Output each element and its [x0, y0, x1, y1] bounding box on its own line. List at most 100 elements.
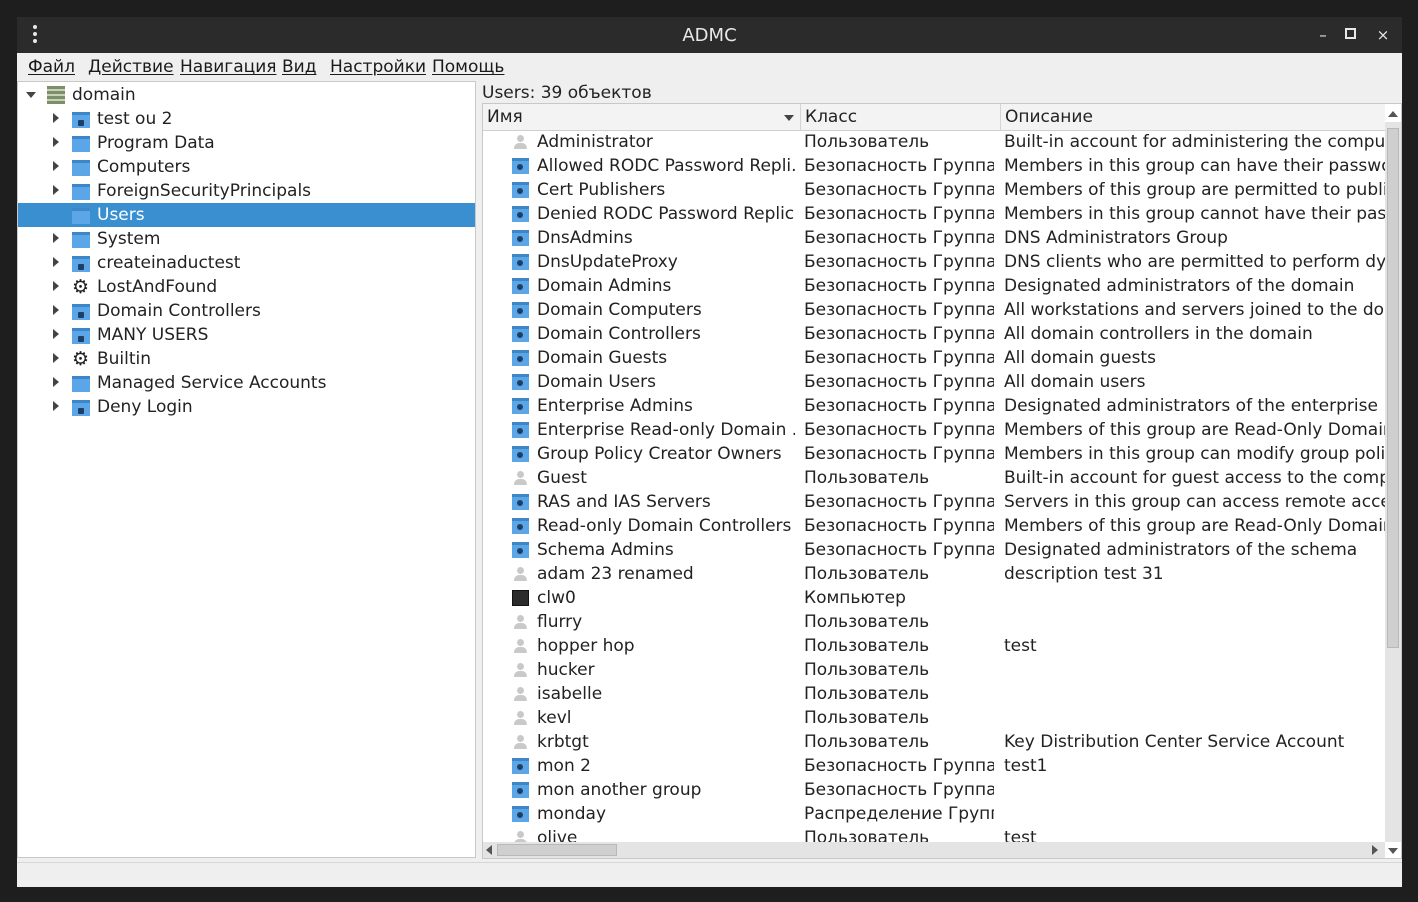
table-row[interactable]: RAS and IAS Servers Безопасность Группа .…: [483, 490, 1385, 514]
menu-action[interactable]: Действие: [88, 57, 174, 77]
table-row[interactable]: adam 23 renamed Пользователь description t…: [483, 562, 1385, 586]
tree-item[interactable]: Program Data: [18, 131, 475, 155]
status-bar: [17, 862, 1402, 887]
table-row[interactable]: Domain Users Безопасность Группа ... All d…: [483, 370, 1385, 394]
table-row[interactable]: Domain Admins Безопасность Группа ... Desi…: [483, 274, 1385, 298]
table-row[interactable]: Domain Guests Безопасность Группа ... All …: [483, 346, 1385, 370]
cell-description: Members in this group can have their pas…: [1004, 156, 1385, 176]
expand-right-icon[interactable]: [53, 185, 59, 195]
tree-item[interactable]: ForeignSecurityPrincipals: [18, 179, 475, 203]
tree-item[interactable]: Computers: [18, 155, 475, 179]
scroll-down-icon[interactable]: [1388, 848, 1398, 854]
user-icon: [512, 566, 529, 582]
expand-right-icon[interactable]: [53, 137, 59, 147]
table-row[interactable]: olive Пользователь test: [483, 826, 1385, 842]
table-row[interactable]: Enterprise Admins Безопасность Группа ...…: [483, 394, 1385, 418]
menu-help[interactable]: Помощь: [432, 57, 504, 77]
table-row[interactable]: Domain Computers Безопасность Группа ... A…: [483, 298, 1385, 322]
vertical-scroll-thumb[interactable]: [1387, 128, 1399, 648]
column-header-class[interactable]: Класс: [801, 104, 1001, 130]
tree-item[interactable]: MANY USERS: [18, 323, 475, 347]
tree-item[interactable]: ⚙ Builtin: [18, 347, 475, 371]
group-icon: [512, 374, 529, 390]
tree-item[interactable]: Deny Login: [18, 395, 475, 419]
expand-right-icon[interactable]: [53, 113, 59, 123]
tree-item[interactable]: test ou 2: [18, 107, 475, 131]
minimize-button[interactable]: –: [1312, 24, 1334, 46]
tree-item[interactable]: Users: [18, 203, 475, 227]
expand-right-icon[interactable]: [53, 329, 59, 339]
close-button[interactable]: ×: [1372, 24, 1394, 46]
user-icon: [512, 662, 529, 678]
expand-right-icon[interactable]: [53, 257, 59, 267]
folder-icon: [72, 206, 90, 224]
group-icon: [512, 542, 529, 558]
table-row[interactable]: Cert Publishers Безопасность Группа ... Me…: [483, 178, 1385, 202]
maximize-button[interactable]: [1339, 24, 1361, 46]
expand-right-icon[interactable]: [53, 161, 59, 171]
group-icon: [512, 518, 529, 534]
cell-name: isabelle: [537, 684, 603, 704]
table-row[interactable]: DnsAdmins Безопасность Группа ... DNS Admi…: [483, 226, 1385, 250]
table-row[interactable]: kevl Пользователь: [483, 706, 1385, 730]
expand-right-icon[interactable]: [53, 377, 59, 387]
table-row[interactable]: Denied RODC Password Replic... Безопаснос…: [483, 202, 1385, 226]
table-row[interactable]: DnsUpdateProxy Безопасность Группа ... DNS…: [483, 250, 1385, 274]
expand-right-icon[interactable]: [53, 305, 59, 315]
cell-class: Безопасность Группа ...: [804, 204, 994, 224]
table-row[interactable]: krbtgt Пользователь Key Distribution Cente…: [483, 730, 1385, 754]
tree-item[interactable]: Managed Service Accounts: [18, 371, 475, 395]
menu-navigation[interactable]: Навигация: [180, 57, 276, 77]
table-row[interactable]: Administrator Пользователь Built-in accoun…: [483, 130, 1385, 154]
horizontal-scroll-thumb[interactable]: [497, 844, 617, 856]
expand-right-icon[interactable]: [53, 353, 59, 363]
group-icon: [512, 758, 529, 774]
table-row[interactable]: Guest Пользователь Built-in account for gu…: [483, 466, 1385, 490]
table-row[interactable]: Schema Admins Безопасность Группа ... Desi…: [483, 538, 1385, 562]
user-icon: [512, 614, 529, 630]
table-row[interactable]: hucker Пользователь: [483, 658, 1385, 682]
scroll-up-icon[interactable]: [1388, 111, 1398, 117]
tree-item[interactable]: createinaductest: [18, 251, 475, 275]
table-row[interactable]: monday Распределение Групп...: [483, 802, 1385, 826]
table-row[interactable]: hopper hop Пользователь test: [483, 634, 1385, 658]
objects-table[interactable]: Имя Класс Описание Administrator Пользова…: [482, 103, 1402, 859]
navigation-tree[interactable]: domain test ou 2 Program Data Computers Fore…: [17, 81, 476, 858]
menu-view[interactable]: Вид: [282, 57, 316, 77]
menu-file[interactable]: Файл: [28, 57, 75, 77]
cell-class: Безопасность Группа ...: [804, 540, 994, 560]
expand-right-icon[interactable]: [53, 281, 59, 291]
horizontal-scrollbar[interactable]: [483, 842, 1385, 858]
cell-name: flurry: [537, 612, 583, 632]
expand-right-icon[interactable]: [53, 233, 59, 243]
table-row[interactable]: Allowed RODC Password Repli... Безопаснос…: [483, 154, 1385, 178]
tree-item[interactable]: Domain Controllers: [18, 299, 475, 323]
user-icon: [512, 830, 529, 842]
tree-item[interactable]: ⚙ LostAndFound: [18, 275, 475, 299]
column-header-description[interactable]: Описание: [1001, 104, 1385, 130]
table-row[interactable]: Domain Controllers Безопасность Группа ..…: [483, 322, 1385, 346]
group-icon: [512, 494, 529, 510]
table-row[interactable]: Group Policy Creator Owners Безопасность …: [483, 442, 1385, 466]
expand-down-icon[interactable]: [26, 92, 36, 98]
table-row[interactable]: Enterprise Read-only Domain ... Безопасно…: [483, 418, 1385, 442]
table-row[interactable]: mon another group Безопасность Группа ...: [483, 778, 1385, 802]
table-row[interactable]: Read-only Domain Controllers Безопасность…: [483, 514, 1385, 538]
tree-item[interactable]: domain: [18, 83, 475, 107]
vertical-scrollbar[interactable]: [1385, 111, 1401, 854]
table-row[interactable]: mon 2 Безопасность Группа ... test1: [483, 754, 1385, 778]
table-row[interactable]: clw0 Компьютер: [483, 586, 1385, 610]
ou-folder-icon: [72, 326, 90, 344]
table-row[interactable]: isabelle Пользователь: [483, 682, 1385, 706]
table-row[interactable]: flurry Пользователь: [483, 610, 1385, 634]
scroll-left-icon[interactable]: [486, 845, 492, 855]
cell-name: olive: [537, 828, 578, 842]
scroll-right-icon[interactable]: [1372, 845, 1378, 855]
tree-item[interactable]: System: [18, 227, 475, 251]
expand-right-icon[interactable]: [53, 401, 59, 411]
group-icon: [512, 206, 529, 222]
menu-settings[interactable]: Настройки: [330, 57, 426, 77]
group-icon: [512, 422, 529, 438]
column-header-name[interactable]: Имя: [483, 104, 801, 130]
cell-name: Enterprise Admins: [537, 396, 693, 416]
